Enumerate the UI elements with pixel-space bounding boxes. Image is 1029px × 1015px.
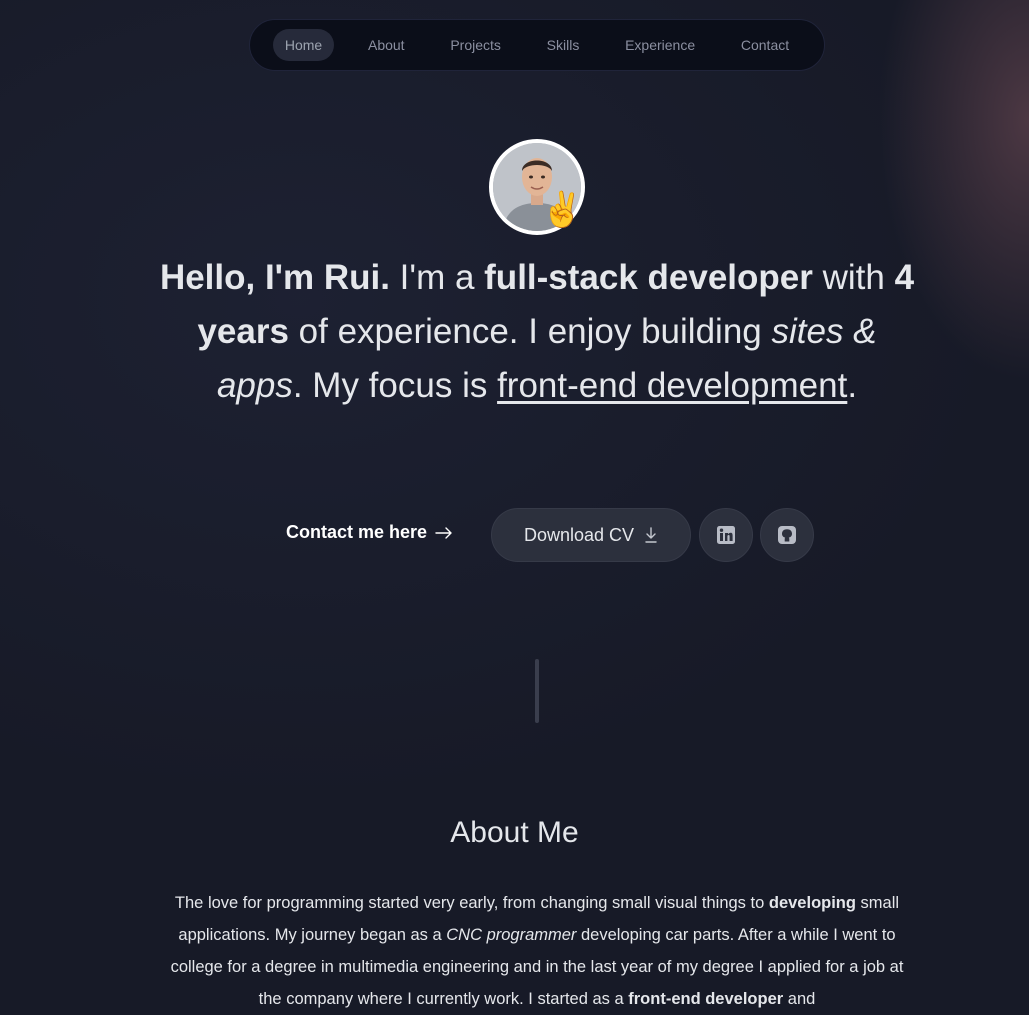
nav-item-contact[interactable]: Contact — [729, 29, 801, 61]
nav-item-home[interactable]: Home — [272, 29, 335, 61]
linkedin-icon — [717, 526, 735, 544]
scroll-divider — [535, 659, 539, 723]
about-text-part: and — [783, 990, 816, 1008]
about-text-bold: developing — [768, 894, 856, 912]
about-text-italic: CNC programmer — [446, 926, 577, 944]
hero-text: I'm a — [389, 258, 485, 297]
hero-intro: Hello, I'm Rui. I'm a full-stack develop… — [150, 251, 924, 413]
hero-text: . My focus is — [292, 366, 498, 405]
download-cv-button[interactable]: Download CV — [491, 508, 691, 562]
about-text: The love for programming started very ea… — [170, 887, 904, 1015]
nav-item-about[interactable]: About — [356, 29, 417, 61]
about-text-part: The love for programming started very ea… — [174, 894, 769, 912]
about-text-bold: front-end developer — [628, 990, 784, 1008]
peace-emoji: ✌️ — [541, 191, 584, 229]
nav-item-skills[interactable]: Skills — [535, 29, 592, 61]
github-button[interactable] — [760, 508, 814, 562]
download-icon — [645, 527, 657, 543]
hero-text: . — [847, 366, 858, 405]
hero-actions: Contact me here Download CV — [0, 508, 1029, 562]
hero-role: full-stack developer — [484, 258, 813, 297]
top-nav: Home About Projects Skills Experience Co… — [249, 19, 825, 71]
hero-text: of experience. I enjoy building — [288, 312, 772, 351]
hero-focus: front-end development — [497, 366, 848, 405]
arrow-right-icon — [435, 526, 452, 539]
contact-link[interactable]: Contact me here — [286, 522, 453, 543]
nav-item-projects[interactable]: Projects — [438, 29, 513, 61]
download-cv-label: Download CV — [523, 524, 635, 545]
hero-greeting: Hello, I'm Rui. — [159, 258, 390, 297]
contact-link-label: Contact me here — [286, 522, 428, 542]
about-title: About Me — [450, 816, 579, 849]
nav-item-experience[interactable]: Experience — [613, 29, 707, 61]
linkedin-button[interactable] — [699, 508, 753, 562]
github-icon — [778, 526, 796, 544]
hero-text: with — [812, 258, 895, 297]
